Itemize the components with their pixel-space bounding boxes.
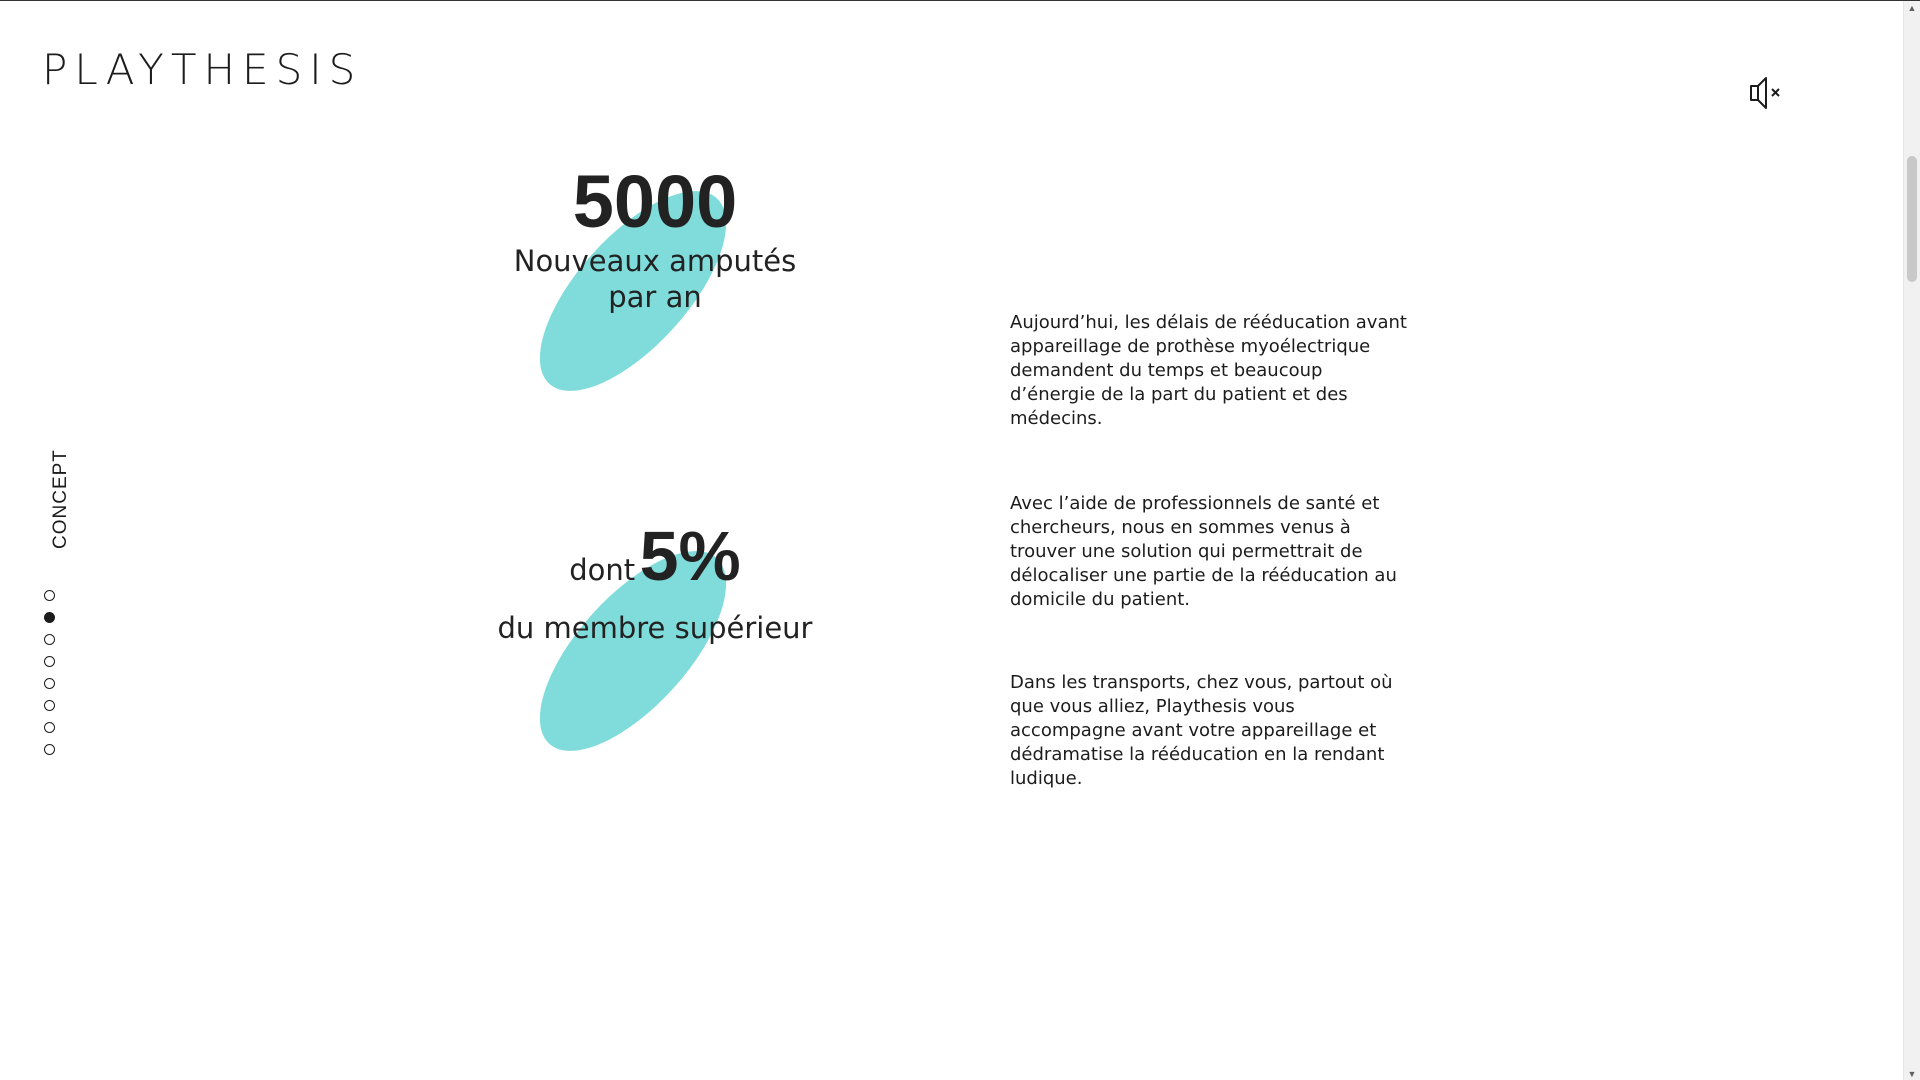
scroll-up-icon[interactable]: ▲ [1904,1,1920,15]
paragraph-solution: Avec l’aide de professionnels de santé e… [1010,493,1397,610]
stat-prefix: dont [569,553,636,587]
scroll-down-icon[interactable]: ▼ [1904,1067,1920,1080]
stat-number: 5000 [572,160,738,243]
section-dots-nav [44,590,56,766]
speaker-muted-icon [1750,77,1780,109]
stat-label: Nouveaux amputés par an [513,244,797,314]
scroll-thumb[interactable] [1907,156,1917,282]
nav-dot-7[interactable] [44,722,55,733]
page: PLAYTHESIS CONCEPT 5000 Nouveaux amputés… [0,0,1920,1080]
nav-dot-8[interactable] [44,744,55,755]
stat-label: du membre supérieur [497,611,813,645]
mute-sound-button[interactable] [1748,73,1792,113]
scrollbar[interactable]: ▲ ▼ [1903,1,1920,1080]
nav-dot-1[interactable] [44,590,55,601]
stat-upper-limb: dont 5% du membre supérieur [490,521,820,781]
nav-dot-6[interactable] [44,700,55,711]
nav-dot-4[interactable] [44,656,55,667]
stat-new-amputees: 5000 Nouveaux amputés par an [490,161,820,421]
nav-dot-3[interactable] [44,634,55,645]
stat-number: 5% [639,517,741,595]
logo[interactable]: PLAYTHESIS [42,45,362,94]
nav-dot-5[interactable] [44,678,55,689]
section-label: CONCEPT [50,449,71,549]
paragraph-anywhere: Dans les transports, chez vous, partout … [1010,672,1393,789]
nav-dot-2-active[interactable] [44,612,55,623]
paragraph-delays: Aujourd’hui, les délais de rééducation a… [1010,312,1407,429]
